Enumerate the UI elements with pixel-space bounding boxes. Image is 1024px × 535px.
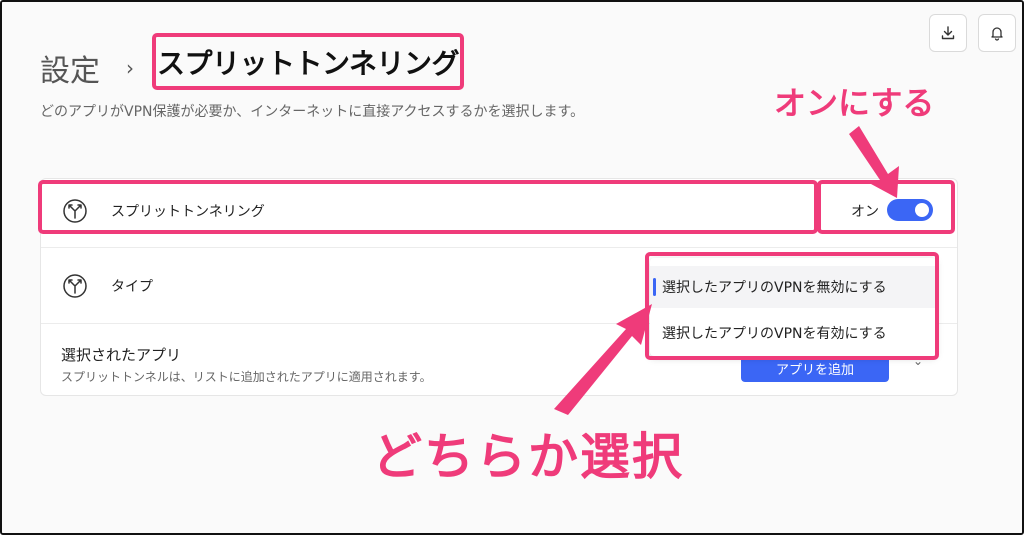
screenshot-frame: 設定 › スプリットトンネリング どのアプリがVPN保護が必要か、インターネット…	[0, 0, 1024, 535]
breadcrumb: 設定 ›	[40, 46, 150, 90]
breadcrumb-settings-link[interactable]: 設定	[40, 46, 100, 90]
page-description: どのアプリがVPN保護が必要か、インターネットに直接アクセスするかを選択します。	[40, 104, 585, 120]
split-row-highlight	[38, 180, 818, 234]
page-title-highlight: スプリットトンネリング	[152, 33, 464, 90]
notification-button[interactable]	[978, 14, 1016, 52]
bell-icon	[991, 27, 1003, 41]
choose-annotation: どちらか選択	[372, 428, 684, 486]
toggle-highlight	[817, 180, 955, 234]
download-button[interactable]	[929, 14, 967, 52]
breadcrumb-separator: ›	[126, 56, 134, 80]
selected-apps-description: スプリットトンネルは、リストに追加されたアプリに適用されます。	[61, 370, 432, 384]
toggle-annotation: オンにする	[774, 84, 935, 122]
selected-apps-title: 選択されたアプリ	[61, 346, 182, 364]
page-title: スプリットトンネリング	[157, 46, 459, 80]
tunnel-type-label: タイプ	[111, 278, 153, 295]
download-icon	[941, 26, 955, 40]
dropdown-highlight	[645, 252, 939, 360]
split-arrows-icon	[63, 273, 87, 298]
